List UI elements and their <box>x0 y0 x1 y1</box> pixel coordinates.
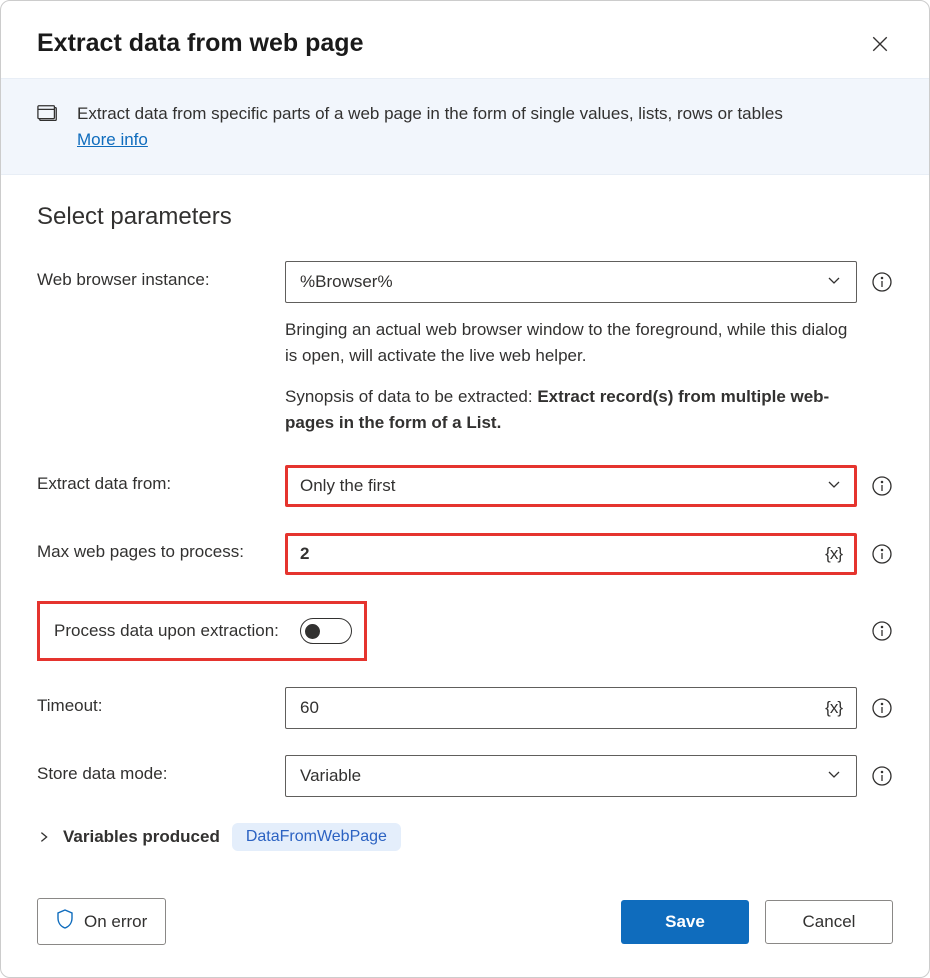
banner-text-wrap: Extract data from specific parts of a we… <box>77 101 783 152</box>
close-icon <box>871 35 889 53</box>
dialog-title: Extract data from web page <box>37 29 363 58</box>
variable-pill[interactable]: DataFromWebPage <box>232 823 401 851</box>
label-store-mode: Store data mode: <box>37 755 285 784</box>
select-extract-from-value: Only the first <box>300 476 826 496</box>
label-max-pages: Max web pages to process: <box>37 533 285 562</box>
chevron-down-icon <box>826 272 842 293</box>
info-web-browser[interactable] <box>871 271 893 293</box>
more-info-link[interactable]: More info <box>77 130 148 149</box>
row-max-pages: Max web pages to process: 2 {x} <box>37 533 893 575</box>
expand-variables-chevron[interactable] <box>37 830 51 844</box>
dialog-content: Select parameters Web browser instance: … <box>1 175 929 870</box>
section-title: Select parameters <box>37 203 893 231</box>
globe-extract-icon <box>37 103 59 130</box>
row-extract-from: Extract data from: Only the first <box>37 465 893 507</box>
select-web-browser-value: %Browser% <box>300 272 826 292</box>
row-process-data: Process data upon extraction: <box>37 601 367 661</box>
extract-data-dialog: Extract data from web page Extract data … <box>0 0 930 978</box>
select-store-mode[interactable]: Variable <box>285 755 857 797</box>
row-process-data-outer: Process data upon extraction: <box>37 601 893 661</box>
info-max-pages[interactable] <box>871 543 893 565</box>
variable-token-icon[interactable]: {x} <box>825 544 842 564</box>
label-timeout: Timeout: <box>37 687 285 716</box>
on-error-button[interactable]: On error <box>37 898 166 945</box>
info-store-mode[interactable] <box>871 765 893 787</box>
toggle-process-data[interactable] <box>300 618 352 644</box>
row-web-browser: Web browser instance: %Browser% <box>37 261 893 303</box>
row-store-mode: Store data mode: Variable <box>37 755 893 797</box>
footer-buttons: Save Cancel <box>621 900 893 944</box>
banner-description: Extract data from specific parts of a we… <box>77 104 783 123</box>
row-timeout: Timeout: 60 {x} <box>37 687 893 729</box>
input-timeout-value: 60 <box>300 698 825 718</box>
close-button[interactable] <box>867 31 893 57</box>
label-process-data: Process data upon extraction: <box>46 621 300 641</box>
variables-produced-label: Variables produced <box>63 827 220 847</box>
chevron-down-icon <box>826 766 842 787</box>
synopsis-prefix: Synopsis of data to be extracted: <box>285 387 537 406</box>
select-web-browser[interactable]: %Browser% <box>285 261 857 303</box>
info-extract-from[interactable] <box>871 475 893 497</box>
cancel-button[interactable]: Cancel <box>765 900 893 944</box>
info-banner: Extract data from specific parts of a we… <box>1 78 929 175</box>
info-process-data[interactable] <box>871 620 893 642</box>
input-max-pages-value: 2 <box>300 544 825 564</box>
label-extract-from: Extract data from: <box>37 465 285 494</box>
help-text-foreground: Bringing an actual web browser window to… <box>285 317 857 368</box>
input-max-pages[interactable]: 2 {x} <box>285 533 857 575</box>
label-web-browser: Web browser instance: <box>37 261 285 290</box>
info-timeout[interactable] <box>871 697 893 719</box>
chevron-down-icon <box>826 476 842 497</box>
synopsis-text: Synopsis of data to be extracted: Extrac… <box>285 384 857 435</box>
toggle-knob <box>305 624 320 639</box>
dialog-header: Extract data from web page <box>1 1 929 78</box>
select-store-mode-value: Variable <box>300 766 826 786</box>
on-error-label: On error <box>84 912 147 932</box>
input-timeout[interactable]: 60 {x} <box>285 687 857 729</box>
web-browser-description: Bringing an actual web browser window to… <box>37 317 893 435</box>
shield-icon <box>56 909 74 934</box>
row-variables-produced: Variables produced DataFromWebPage <box>37 823 893 851</box>
select-extract-from[interactable]: Only the first <box>285 465 857 507</box>
variable-token-icon[interactable]: {x} <box>825 698 842 718</box>
dialog-footer: On error Save Cancel <box>1 870 929 977</box>
save-button[interactable]: Save <box>621 900 749 944</box>
